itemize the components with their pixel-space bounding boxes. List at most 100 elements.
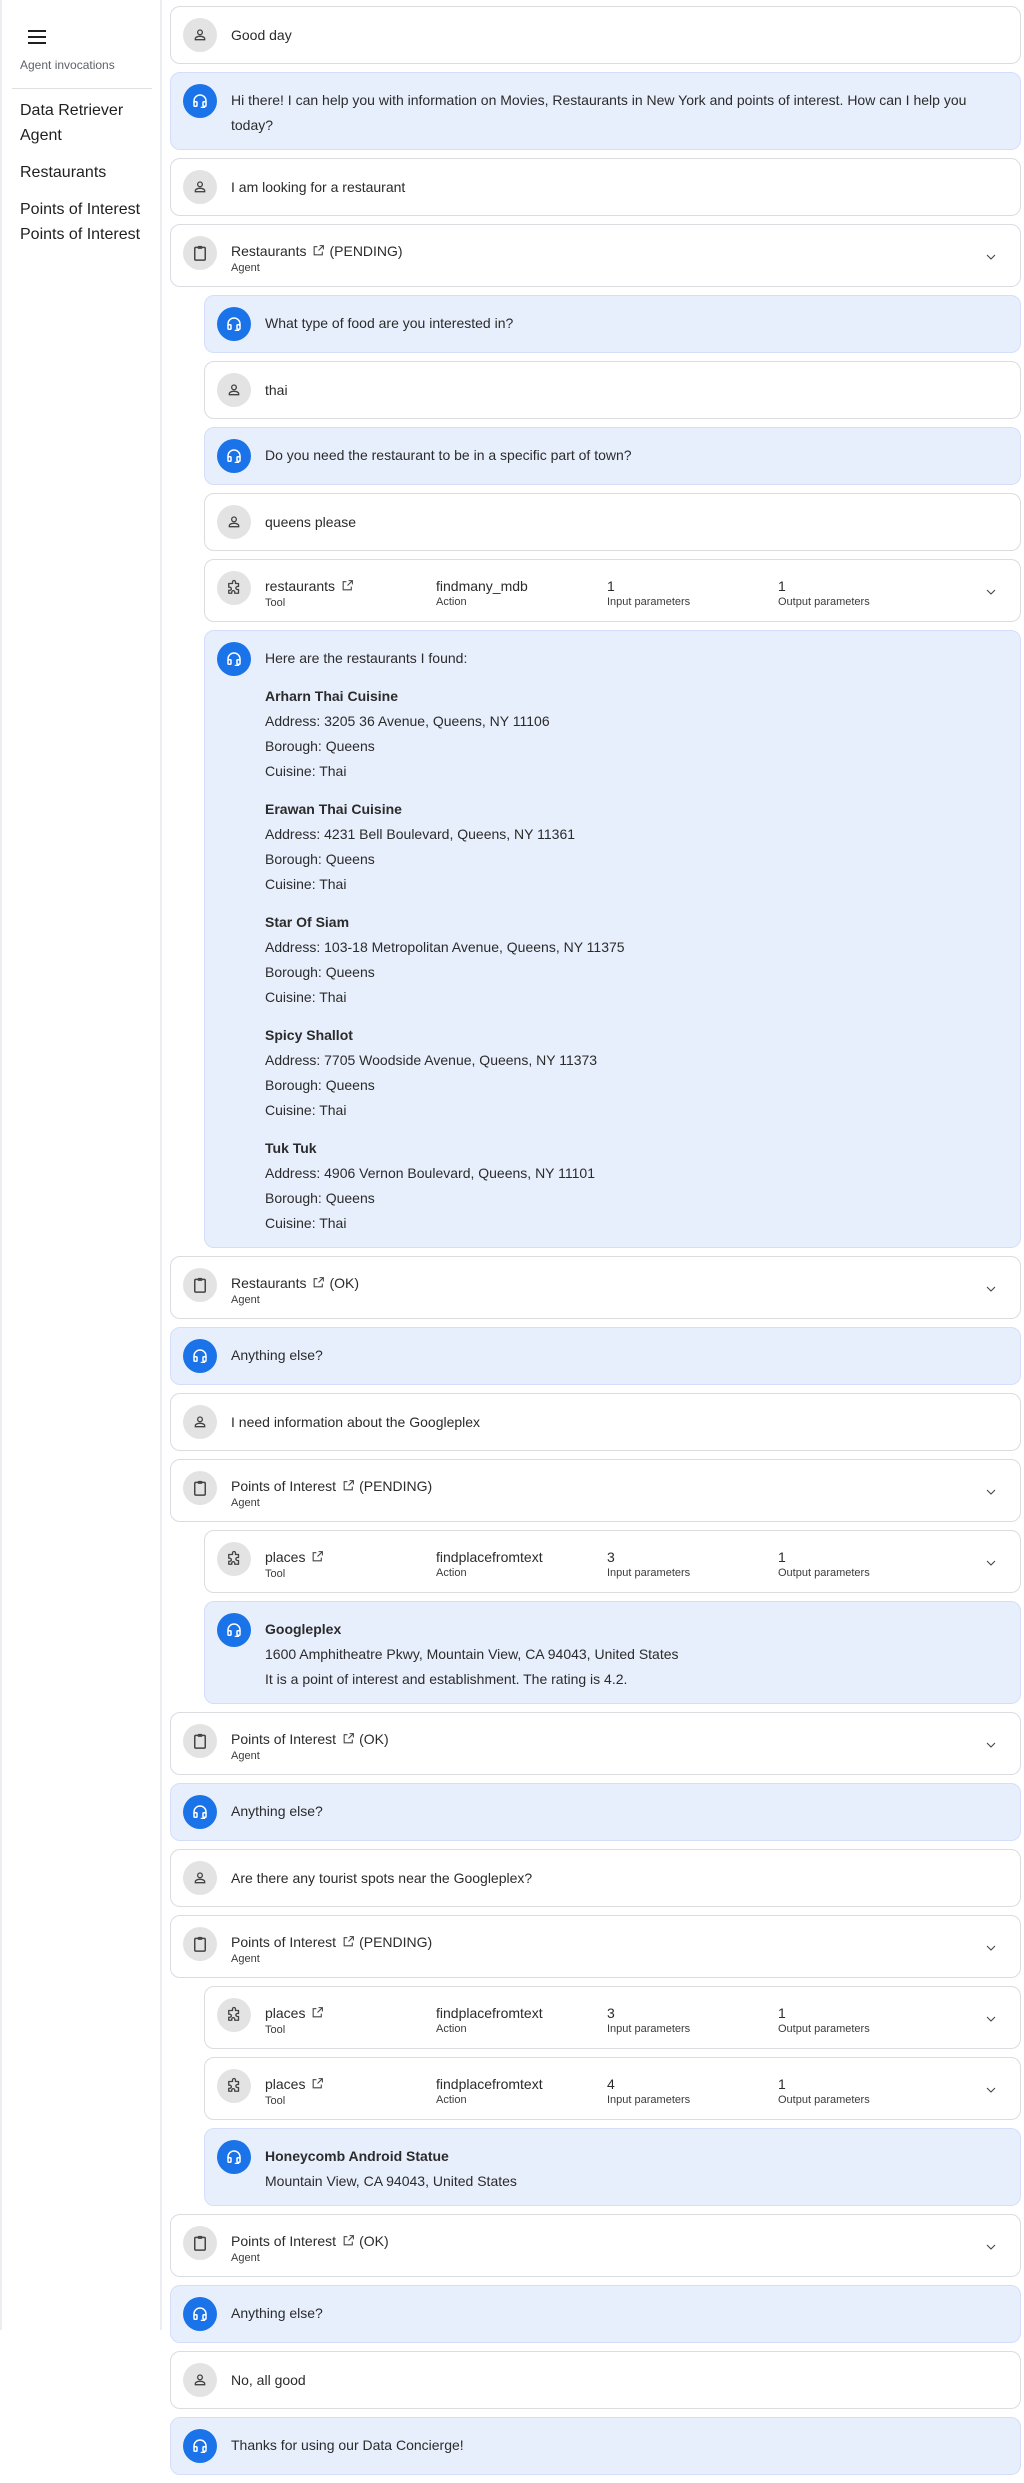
tool-details: restaurants Tool findmany_mdb Action 1 Input … (265, 571, 1008, 610)
restaurant-entry: Erawan Thai Cuisine Address: 4231 Bell Bo… (265, 797, 1008, 897)
tool-outputs-col: 1 Output parameters (778, 577, 949, 610)
agent-status: (PENDING) (359, 1478, 433, 1494)
bot-avatar (217, 439, 251, 473)
chevron-down-icon[interactable] (984, 1738, 998, 1756)
tool-details: places Tool findplacefromtext Action 4 Input … (265, 2069, 1008, 2108)
tool-invocation-card[interactable]: places Tool findplacefromtext Action 4 Input … (204, 2057, 1021, 2120)
agent-invocation-card[interactable]: Restaurants (PENDING) Agent (170, 224, 1021, 287)
tool-invocation-card[interactable]: places Tool findplacefromtext Action 3 Input … (204, 1986, 1021, 2049)
sidebar-item-points-of-interest[interactable]: Points of Interest (20, 222, 156, 247)
agent-invocation-card[interactable]: Points of Interest (PENDING) Agent (170, 1915, 1021, 1978)
restaurant-borough: Borough: Queens (265, 1190, 375, 1206)
user-message: Are there any tourist spots near the Goo… (170, 1849, 1021, 1907)
user-avatar (183, 18, 217, 52)
tool-kind-label: Tool (265, 1568, 286, 1580)
input-parameters-label: Input parameters (607, 596, 691, 608)
restaurant-address: Address: 4906 Vernon Boulevard, Queens, … (265, 1165, 596, 1181)
bot-message: What type of food are you interested in? (204, 295, 1021, 353)
tool-invocation-card[interactable]: places Tool findplacefromtext Action 3 Input … (204, 1530, 1021, 1593)
bot-avatar (183, 2429, 217, 2463)
chevron-down-icon[interactable] (984, 2012, 998, 2030)
chevron-down-icon[interactable] (984, 1556, 998, 1574)
sidebar-caption: Agent invocations (20, 58, 115, 72)
restaurant-cuisine: Cuisine: Thai (265, 876, 347, 892)
agent-avatar (183, 1471, 217, 1505)
agent-avatar (183, 236, 217, 270)
restaurant-borough: Borough: Queens (265, 964, 375, 980)
restaurant-cuisine: Cuisine: Thai (265, 989, 347, 1005)
chevron-down-icon[interactable] (984, 250, 998, 268)
menu-icon[interactable] (28, 30, 50, 50)
tool-action-col: findplacefromtext Action (436, 1548, 607, 1581)
restaurant-entry: Star Of Siam Address: 103-18 Metropolitan… (265, 910, 1008, 1010)
agent-kind-label: Agent (231, 262, 260, 274)
agent-title: Points of Interest (OK) (231, 1730, 1008, 1749)
puzzle-icon (225, 1550, 243, 1568)
bot-message: Anything else? (170, 1327, 1021, 1385)
user-message: I am looking for a restaurant (170, 158, 1021, 216)
external-link-icon[interactable] (311, 1549, 324, 1567)
chevron-down-icon[interactable] (984, 1941, 998, 1959)
agent-invocation-card[interactable]: Points of Interest (PENDING) Agent (170, 1459, 1021, 1522)
agent-invocation-card[interactable]: Restaurants (OK) Agent (170, 1256, 1021, 1319)
external-link-icon[interactable] (342, 1731, 355, 1749)
tool-kind-label: Tool (265, 597, 286, 609)
tool-action-label: Action (436, 1567, 467, 1579)
output-parameters-label: Output parameters (778, 596, 870, 608)
clipboard-icon (191, 1732, 209, 1750)
clipboard-icon (191, 1479, 209, 1497)
agent-avatar (183, 2226, 217, 2260)
tool-invocation-card[interactable]: restaurants Tool findmany_mdb Action 1 Input … (204, 559, 1021, 622)
agent-title: Points of Interest (PENDING) (231, 1933, 1008, 1952)
person-icon (192, 27, 208, 43)
chevron-down-icon[interactable] (984, 2083, 998, 2101)
tool-avatar (217, 571, 251, 605)
person-icon (192, 1870, 208, 1886)
external-link-icon[interactable] (311, 2076, 324, 2094)
tool-title: restaurants (265, 577, 436, 596)
sidebar-item-restaurants[interactable]: Restaurants (20, 160, 156, 185)
restaurant-borough: Borough: Queens (265, 1077, 375, 1093)
chevron-down-icon[interactable] (984, 1282, 998, 1300)
restaurant-address: Address: 3205 36 Avenue, Queens, NY 1110… (265, 713, 550, 729)
chevron-down-icon[interactable] (984, 585, 998, 603)
restaurant-borough: Borough: Queens (265, 738, 375, 754)
restaurant-entry: Tuk Tuk Address: 4906 Vernon Boulevard, Q… (265, 1136, 1008, 1236)
agent-info: Points of Interest (OK) Agent (231, 2226, 1008, 2265)
external-link-icon[interactable] (341, 578, 354, 596)
tool-kind-label: Tool (265, 2095, 286, 2107)
external-link-icon[interactable] (312, 243, 325, 261)
message-text: queens please (265, 514, 357, 530)
input-parameters-label: Input parameters (607, 1567, 691, 1579)
headset-icon (191, 2305, 209, 2323)
headset-icon (225, 315, 243, 333)
bot-message: Thanks for using our Data Concierge! (170, 2417, 1021, 2475)
agent-title: Restaurants (PENDING) (231, 242, 1008, 261)
sidebar-item-data-retriever-agent[interactable]: Data Retriever Agent (20, 98, 156, 148)
user-avatar (183, 2363, 217, 2397)
bot-avatar (183, 1795, 217, 1829)
restaurant-cuisine: Cuisine: Thai (265, 1215, 347, 1231)
agent-info: Restaurants (OK) Agent (231, 1268, 1008, 1307)
external-link-icon[interactable] (342, 1478, 355, 1496)
tool-name: places (265, 2005, 306, 2021)
chevron-down-icon[interactable] (984, 1485, 998, 1503)
agent-invocation-card[interactable]: Points of Interest (OK) Agent (170, 2214, 1021, 2277)
chevron-down-icon[interactable] (984, 2240, 998, 2258)
external-link-icon[interactable] (342, 1934, 355, 1952)
agent-kind-label: Agent (231, 1750, 260, 1762)
output-parameter-count: 1 (778, 578, 786, 594)
tool-name: restaurants (265, 578, 336, 594)
sidebar-item-points-of-interest[interactable]: Points of Interest (20, 197, 156, 222)
agent-invocation-card[interactable]: Points of Interest (OK) Agent (170, 1712, 1021, 1775)
person-icon (192, 1414, 208, 1430)
tool-action: findplacefromtext (436, 2005, 543, 2021)
external-link-icon[interactable] (312, 1275, 325, 1293)
external-link-icon[interactable] (311, 2005, 324, 2023)
puzzle-icon (225, 2006, 243, 2024)
headset-icon (191, 1803, 209, 1821)
external-link-icon[interactable] (342, 2233, 355, 2251)
bot-message: Anything else? (170, 1783, 1021, 1841)
sidebar-divider (12, 88, 152, 89)
tool-name: places (265, 1549, 306, 1565)
